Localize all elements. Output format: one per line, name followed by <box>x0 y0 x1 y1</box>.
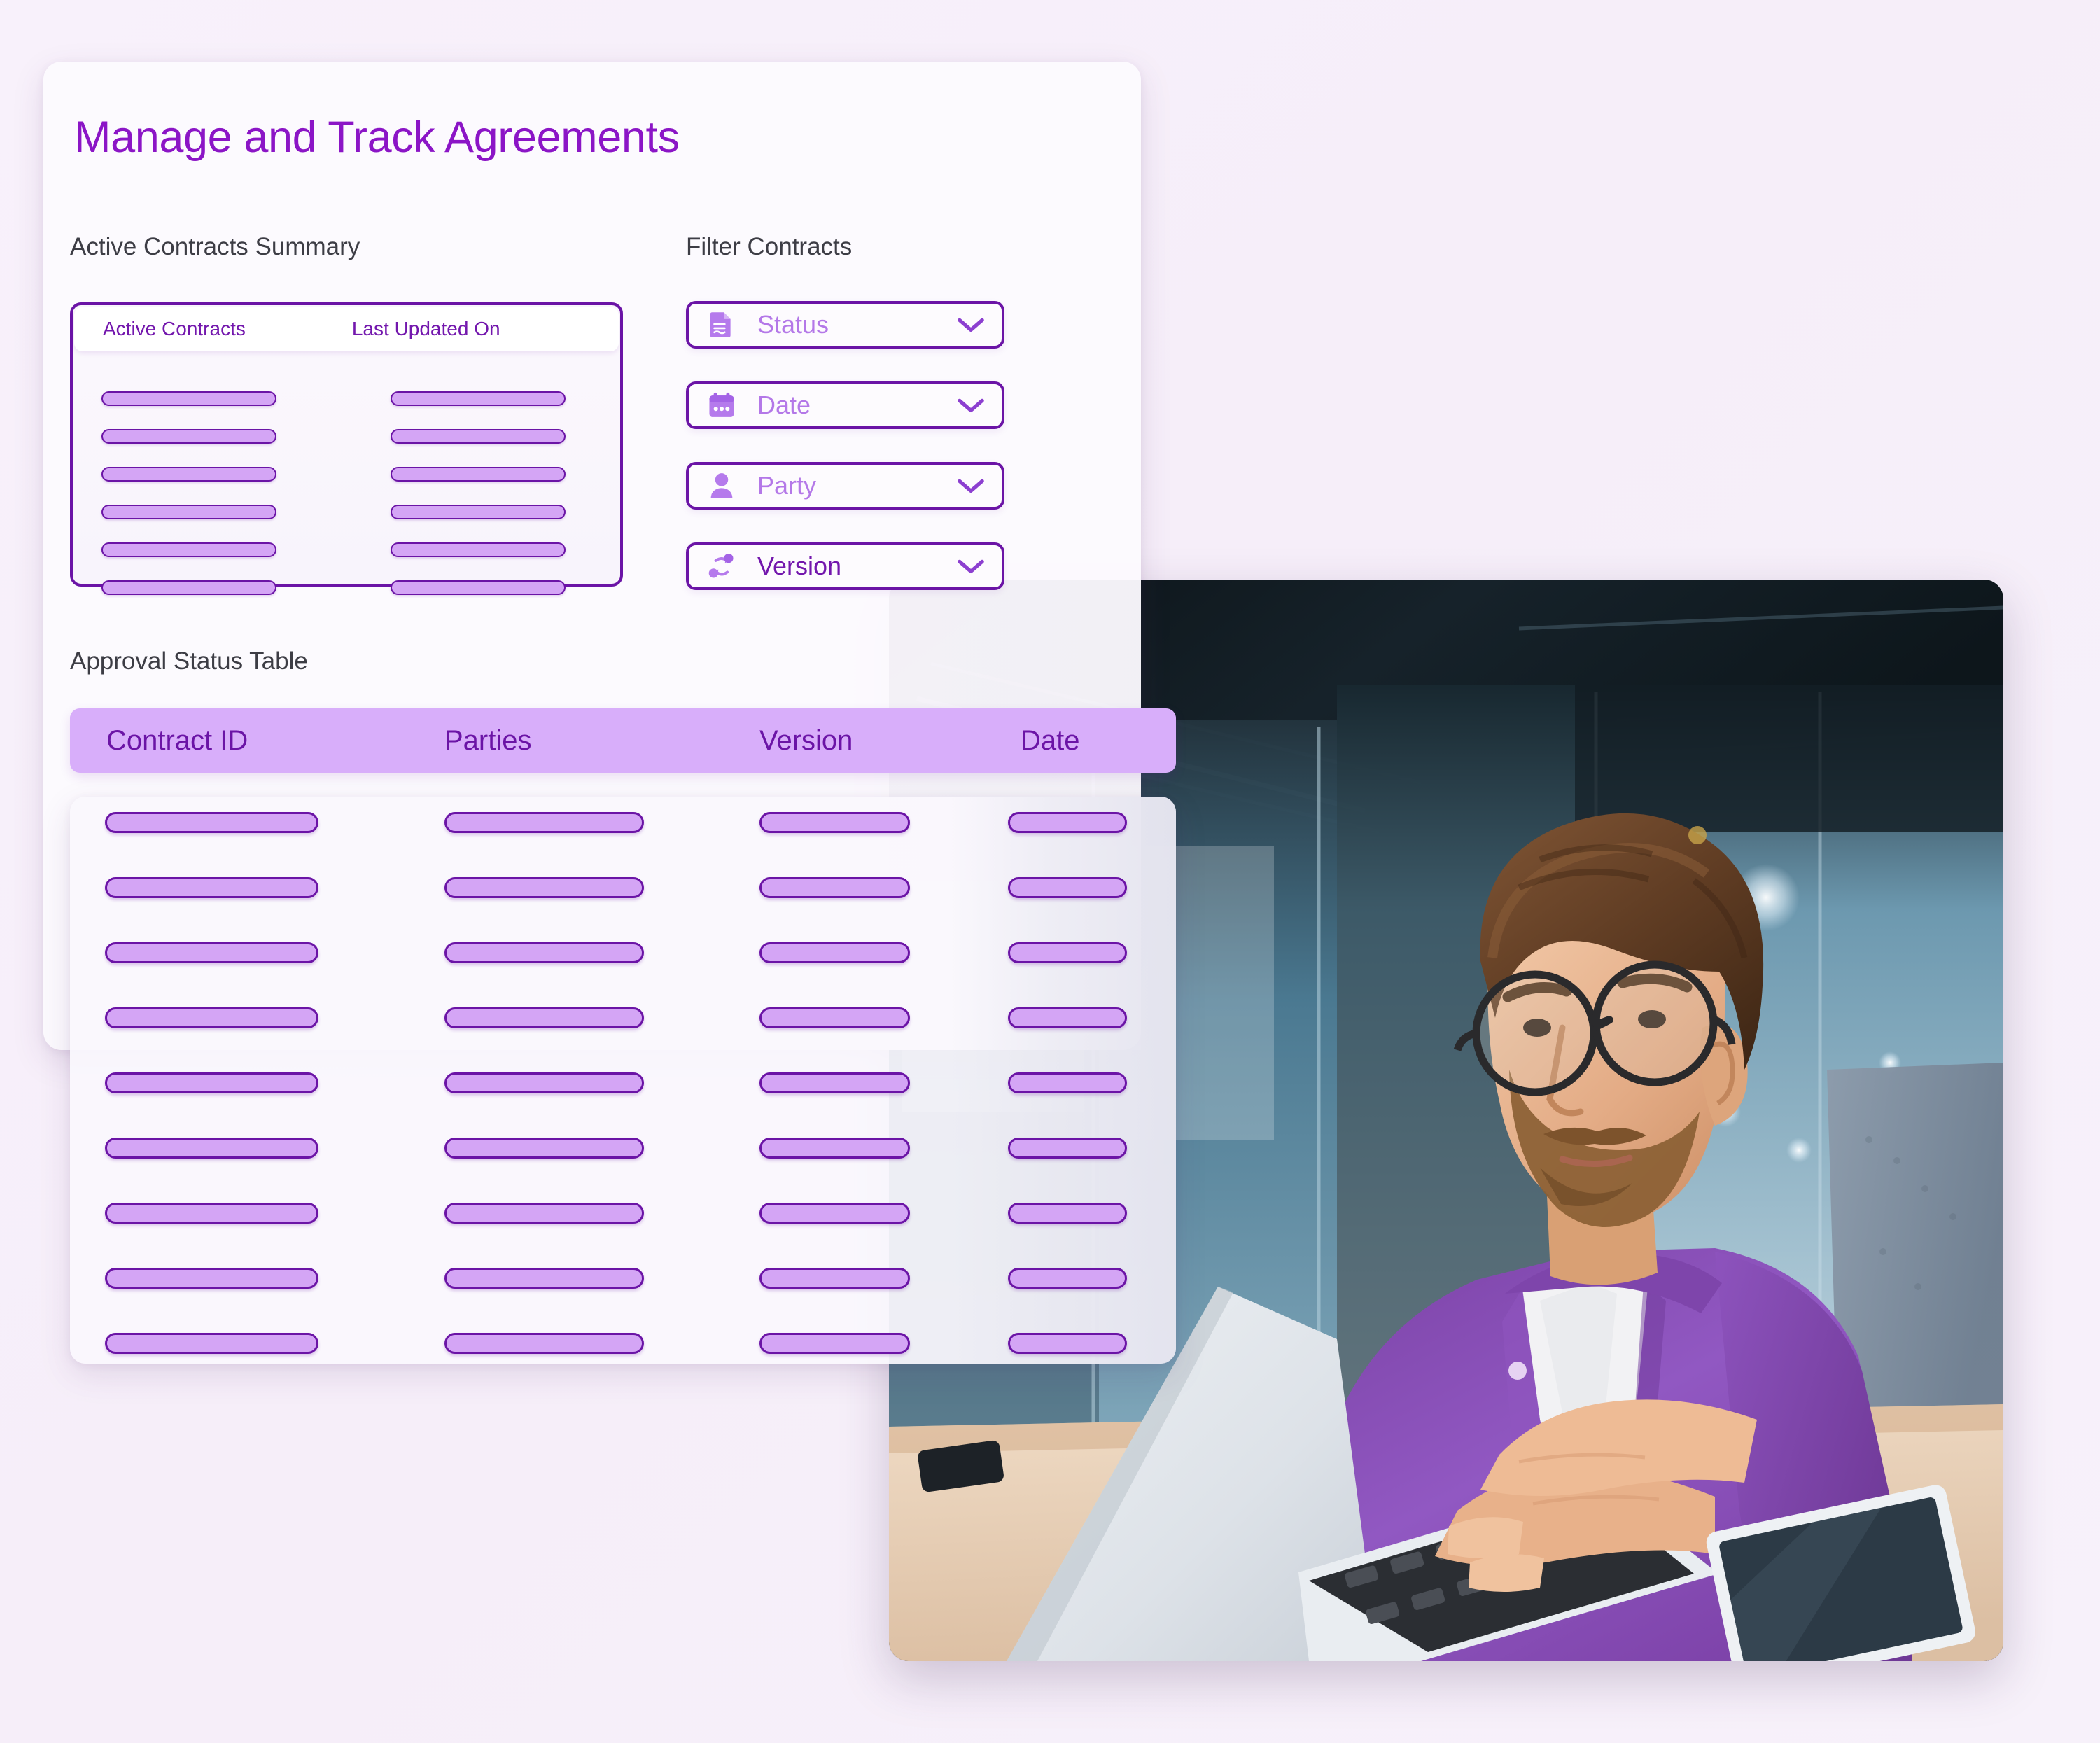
filter-version[interactable]: Version <box>686 542 1004 590</box>
filter-party-label: Party <box>757 471 817 500</box>
table-row[interactable] <box>70 877 1176 942</box>
placeholder-bar <box>391 391 566 406</box>
placeholder-bar <box>102 391 276 406</box>
column-header-parties[interactable]: Parties <box>444 725 532 757</box>
placeholder-cell <box>760 942 910 963</box>
summary-table-header: Active Contracts Last Updated On <box>74 307 619 351</box>
approval-status-table-label: Approval Status Table <box>70 648 308 675</box>
approval-table-header: Contract ID Parties Version Date <box>70 708 1176 773</box>
approval-table-body <box>70 812 1176 1398</box>
chevron-down-icon[interactable] <box>955 309 986 340</box>
table-row[interactable] <box>70 1138 1176 1203</box>
placeholder-cell <box>444 812 644 833</box>
filter-contracts-label: Filter Contracts <box>686 233 853 260</box>
summary-placeholder-row <box>73 379 620 417</box>
document-icon <box>707 310 736 340</box>
placeholder-cell <box>105 1138 318 1158</box>
filter-party[interactable]: Party <box>686 462 1004 510</box>
placeholder-cell <box>105 942 318 963</box>
active-contracts-summary-card: Active Contracts Last Updated On <box>70 302 623 595</box>
filter-date[interactable]: Date <box>686 382 1004 429</box>
placeholder-cell <box>760 1072 910 1093</box>
chevron-down-icon[interactable] <box>955 390 986 421</box>
summary-placeholder-row <box>73 531 620 568</box>
person-icon <box>707 471 736 500</box>
page-title: Manage and Track Agreements <box>74 113 680 162</box>
placeholder-cell <box>444 1333 644 1354</box>
summary-placeholder-row <box>73 493 620 531</box>
summary-placeholder-row <box>73 417 620 455</box>
column-header-version[interactable]: Version <box>760 725 853 757</box>
placeholder-bar <box>391 428 566 444</box>
placeholder-bar <box>102 428 276 444</box>
branch-icon <box>707 552 736 581</box>
summary-placeholder-row <box>73 568 620 606</box>
placeholder-cell <box>105 1072 318 1093</box>
chevron-down-icon[interactable] <box>955 551 986 582</box>
placeholder-bar <box>391 542 566 557</box>
placeholder-cell <box>760 1138 910 1158</box>
placeholder-cell <box>1008 812 1127 833</box>
placeholder-cell <box>444 877 644 898</box>
placeholder-cell <box>1008 1007 1127 1028</box>
chevron-down-icon[interactable] <box>955 470 986 501</box>
filter-status[interactable]: Status <box>686 301 1004 349</box>
placeholder-cell <box>105 1203 318 1224</box>
placeholder-cell <box>1008 1203 1127 1224</box>
placeholder-cell <box>760 812 910 833</box>
placeholder-bar <box>391 504 566 519</box>
active-contracts-summary-label: Active Contracts Summary <box>70 233 360 260</box>
table-row[interactable] <box>70 942 1176 1007</box>
summary-column-active-contracts: Active Contracts <box>103 318 246 340</box>
table-row[interactable] <box>70 1268 1176 1333</box>
table-row[interactable] <box>70 1333 1176 1398</box>
placeholder-cell <box>760 877 910 898</box>
placeholder-bar <box>102 504 276 519</box>
summary-column-last-updated: Last Updated On <box>351 318 500 340</box>
placeholder-cell <box>105 1333 318 1354</box>
placeholder-cell <box>760 1268 910 1289</box>
placeholder-cell <box>1008 877 1127 898</box>
placeholder-bar <box>102 542 276 557</box>
summary-placeholder-row <box>73 455 620 493</box>
calendar-icon <box>707 391 736 420</box>
table-row[interactable] <box>70 1203 1176 1268</box>
placeholder-cell <box>444 1138 644 1158</box>
placeholder-bar <box>391 580 566 595</box>
placeholder-cell <box>1008 1138 1127 1158</box>
column-header-contract-id[interactable]: Contract ID <box>106 725 248 757</box>
placeholder-cell <box>444 1203 644 1224</box>
table-row[interactable] <box>70 812 1176 877</box>
placeholder-cell <box>1008 942 1127 963</box>
filter-status-label: Status <box>757 310 830 339</box>
placeholder-cell <box>760 1203 910 1224</box>
placeholder-cell <box>1008 1333 1127 1354</box>
placeholder-bar <box>391 466 566 482</box>
placeholder-cell <box>760 1333 910 1354</box>
filter-date-label: Date <box>757 391 811 419</box>
filter-version-label: Version <box>757 552 842 580</box>
placeholder-cell <box>760 1007 910 1028</box>
placeholder-cell <box>444 1268 644 1289</box>
summary-placeholder-rows <box>73 360 620 606</box>
table-row[interactable] <box>70 1072 1176 1138</box>
table-row[interactable] <box>70 1007 1176 1072</box>
placeholder-cell <box>105 1007 318 1028</box>
placeholder-cell <box>1008 1072 1127 1093</box>
column-header-date[interactable]: Date <box>1021 725 1080 757</box>
filter-controls: Status Date Party Version <box>686 301 1004 623</box>
placeholder-cell <box>444 1007 644 1028</box>
screenshot-stage: Manage and Track Agreements Active Contr… <box>0 0 2100 1743</box>
placeholder-bar <box>102 466 276 482</box>
placeholder-cell <box>105 877 318 898</box>
placeholder-cell <box>1008 1268 1127 1289</box>
placeholder-cell <box>444 1072 644 1093</box>
placeholder-cell <box>105 1268 318 1289</box>
placeholder-cell <box>105 812 318 833</box>
placeholder-bar <box>102 580 276 595</box>
placeholder-cell <box>444 942 644 963</box>
